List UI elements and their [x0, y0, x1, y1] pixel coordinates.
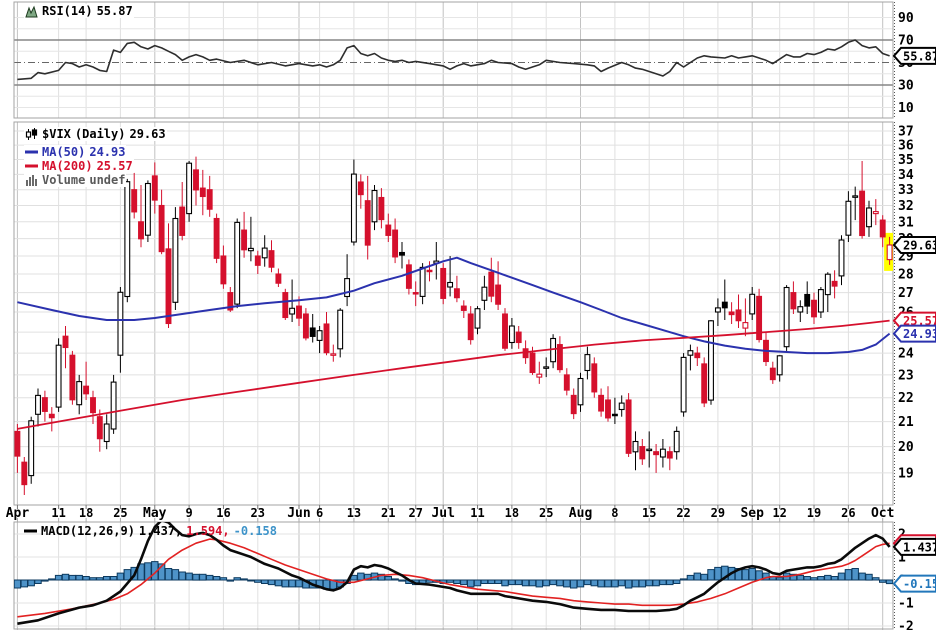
date-label: May	[143, 506, 167, 521]
svg-text:-0.158: -0.158	[903, 577, 936, 591]
date-label: Jul	[431, 506, 454, 521]
svg-text:31: 31	[898, 215, 914, 230]
date-label: Sep	[740, 506, 764, 521]
rsi-area-icon	[25, 5, 38, 18]
axis-tag-24.93: 24.93	[894, 326, 936, 342]
date-label: Jun	[287, 506, 310, 521]
macd-label: MACD(12,26,9)	[41, 524, 135, 538]
ma200-value: 25.57	[97, 159, 133, 173]
volume-bars-icon	[25, 174, 38, 186]
price-last-value: 29.63	[129, 127, 165, 141]
date-label: 6	[316, 506, 323, 520]
svg-text:24.93: 24.93	[903, 327, 936, 341]
svg-text:36: 36	[898, 139, 914, 154]
svg-text:-2: -2	[898, 620, 914, 630]
macd-value-hist: -0.158	[234, 524, 277, 538]
ma200-label: MA(200)	[42, 159, 93, 173]
svg-text:29.63: 29.63	[903, 239, 936, 253]
ma200-line-icon	[25, 163, 38, 169]
axis-tag-55.87: 55.87	[894, 48, 936, 64]
date-label: Oct	[871, 506, 894, 521]
svg-text:23: 23	[898, 368, 914, 383]
candles	[15, 157, 895, 495]
volume-legend-row: Volume undef	[24, 173, 126, 187]
axis-tag-29.63: 29.63	[894, 237, 936, 253]
ma50-value: 24.93	[89, 145, 125, 159]
rsi-legend: RSI(14) 55.87	[24, 4, 134, 18]
svg-text:90: 90	[898, 11, 914, 26]
macd-value-line: 1.437,	[139, 524, 182, 538]
svg-text:-1: -1	[898, 597, 914, 612]
price-timeframe: (Daily)	[75, 127, 126, 141]
svg-text:19: 19	[898, 466, 914, 481]
ma50-line-icon	[25, 149, 38, 155]
date-label: 22	[676, 506, 690, 520]
date-label: 15	[642, 506, 656, 520]
price-axis-labels: 37363534333231302928272625242322212019	[898, 125, 914, 482]
ma200-legend-row: MA(200) 25.57	[24, 159, 134, 173]
candlestick-icon	[25, 128, 38, 141]
svg-text:37: 37	[898, 125, 914, 140]
volume-value: undef	[89, 173, 125, 187]
date-axis: Apr 11 18 25 May 9 16 23 Jun 6 13 21 27 Jul 11 18 25 Aug 8…	[6, 505, 895, 522]
date-label: 25	[539, 506, 553, 520]
date-label: 19	[807, 506, 821, 520]
date-label: 18	[505, 506, 519, 520]
rsi-legend-value: 55.87	[97, 4, 133, 18]
date-label: 11	[51, 506, 65, 520]
macd-legend: MACD(12,26,9) 1.437, 1.594, -0.158	[24, 524, 277, 538]
date-label: 13	[347, 506, 361, 520]
date-label: 8	[611, 506, 618, 520]
svg-text:33: 33	[898, 183, 914, 198]
date-label: 12	[772, 506, 786, 520]
svg-text:20: 20	[898, 440, 914, 455]
date-label: 18	[79, 506, 93, 520]
svg-text:1.437: 1.437	[903, 540, 936, 554]
stockchart-app: Apr 11 18 25 May 9 16 23 Jun 6 13 21 27 Jul 11 18 25 Aug 8…	[0, 0, 936, 630]
svg-text:32: 32	[898, 199, 914, 214]
axis-tag--0.158: -0.158	[894, 576, 936, 592]
ma50-label: MA(50)	[42, 145, 85, 159]
date-label: 29	[711, 506, 725, 520]
axis-tag-1.437: 1.437	[894, 539, 936, 555]
rsi-panel-border	[14, 2, 893, 118]
svg-text:28: 28	[898, 268, 914, 283]
macd-value-signal: 1.594,	[186, 524, 229, 538]
svg-text:34: 34	[898, 168, 914, 183]
volume-label: Volume	[42, 173, 85, 187]
price-legend-symbol-row: $VIX (Daily) 29.63	[24, 127, 167, 141]
date-label: Aug	[569, 506, 592, 521]
date-label: 26	[841, 506, 855, 520]
svg-text:21: 21	[898, 415, 914, 430]
svg-text:30: 30	[898, 79, 914, 94]
date-label: 23	[251, 506, 265, 520]
rsi-legend-label: RSI(14)	[42, 4, 93, 18]
date-label: 21	[381, 506, 395, 520]
svg-text:27: 27	[898, 286, 914, 301]
date-label: 11	[470, 506, 484, 520]
svg-text:35: 35	[898, 153, 914, 168]
svg-text:22: 22	[898, 391, 914, 406]
macd-line-icon	[24, 528, 37, 534]
date-label: 9	[185, 506, 192, 520]
price-symbol: $VIX	[42, 127, 71, 141]
date-label: 25	[113, 506, 127, 520]
date-label: 16	[216, 506, 230, 520]
svg-text:70: 70	[898, 34, 914, 49]
ma50-legend-row: MA(50) 24.93	[24, 145, 126, 159]
date-label: Apr	[6, 506, 30, 521]
svg-text:10: 10	[898, 101, 914, 116]
svg-text:55.87: 55.87	[903, 49, 936, 63]
date-label: 27	[409, 506, 423, 520]
svg-text:24: 24	[898, 347, 914, 362]
